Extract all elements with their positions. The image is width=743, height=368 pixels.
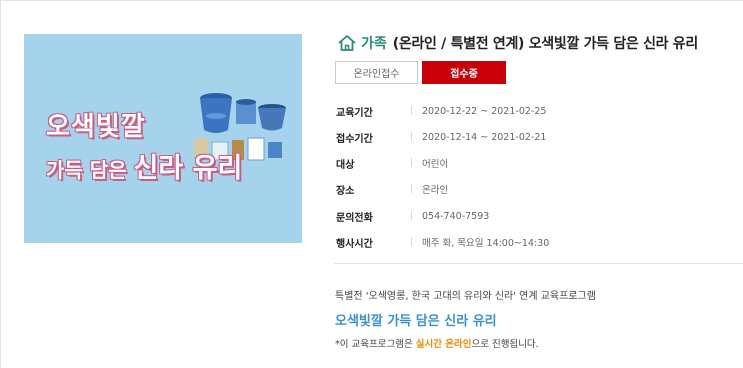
info-row-contact: 문의전화 | 054-740-7593 xyxy=(336,208,489,224)
glass-bowl-large xyxy=(200,93,232,133)
info-row-registration: 접수기간 | 2020-12-14 ~ 2021-02-21 xyxy=(336,129,546,145)
info-label: 교육기간 xyxy=(336,107,373,119)
program-poster-image: 오색빛깔 가득 담은 신라 유리 xyxy=(24,34,302,243)
info-label: 문의전화 xyxy=(336,212,373,224)
info-row-target: 대상 | 어린이 xyxy=(336,155,448,171)
description-title: 오색빛깔 가득 담은 신라 유리 xyxy=(335,314,497,329)
registration-status-button[interactable]: 접수중 xyxy=(422,61,506,84)
description-note: *이 교육프로그램은 실시간 온라인으로 진행됩니다. xyxy=(335,336,539,350)
home-icon xyxy=(338,35,356,51)
info-value: 온라인 xyxy=(422,185,449,196)
info-row-period: 교육기간 | 2020-12-22 ~ 2021-02-25 xyxy=(336,103,546,119)
program-category: 가족 xyxy=(361,36,387,52)
online-registration-button[interactable]: 온라인접수 xyxy=(335,61,418,84)
info-value: 어린이 xyxy=(422,159,449,170)
info-separator: | xyxy=(410,237,414,247)
poster-title-line2-big: 신라 유리 xyxy=(133,153,243,184)
description-intro: 특별전 '오색영롱, 한국 고대의 유리와 신라' 연계 교육프로그램 xyxy=(335,291,596,302)
poster-title-line2-prefix: 가득 담은 xyxy=(46,158,134,182)
info-value: 2020-12-14 ~ 2021-02-21 xyxy=(422,131,547,143)
note-suffix: 으로 진행됩니다. xyxy=(471,339,539,350)
poster-title-line2: 가득 담은 신라 유리 xyxy=(46,146,242,185)
program-name: (온라인 / 특별전 연계) 오색빛깔 가득 담은 신라 유리 xyxy=(392,36,699,52)
info-value: 2020-12-22 ~ 2021-02-25 xyxy=(422,105,547,117)
info-row-place: 장소 | 온라인 xyxy=(336,181,448,197)
info-label: 장소 xyxy=(336,185,355,197)
info-row-time: 행사시간 | 매주 화, 목요일 14:00~14:30 xyxy=(336,234,549,250)
info-value: 054-740-7593 xyxy=(422,210,490,222)
info-label: 행사시간 xyxy=(336,238,373,250)
note-prefix: *이 교육프로그램은 xyxy=(335,339,416,350)
info-separator: | xyxy=(410,184,414,194)
program-title: 가족 (온라인 / 특별전 연계) 오색빛깔 가득 담은 신라 유리 xyxy=(337,32,698,54)
info-separator: | xyxy=(410,158,414,168)
info-label: 대상 xyxy=(336,159,355,171)
note-highlight: 실시간 온라인 xyxy=(415,339,472,350)
info-separator: | xyxy=(410,106,414,116)
section-divider xyxy=(334,263,743,264)
glass-bowl-right xyxy=(258,104,286,131)
info-label: 접수기간 xyxy=(336,133,373,145)
glass-cup-small xyxy=(236,99,256,124)
poster-title-line1: 오색빛깔 xyxy=(46,112,146,142)
info-value: 매주 화, 목요일 14:00~14:30 xyxy=(422,238,550,249)
info-separator: | xyxy=(410,211,414,221)
info-separator: | xyxy=(410,132,414,142)
